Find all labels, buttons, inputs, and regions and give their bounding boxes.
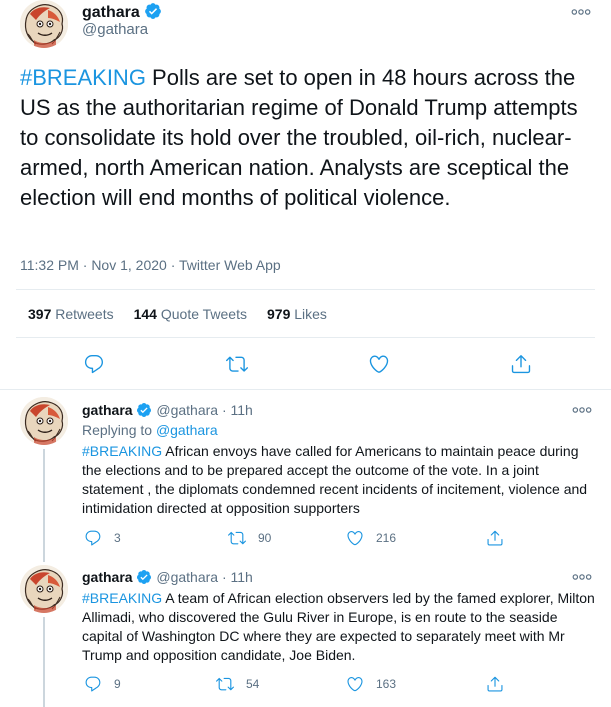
divider	[16, 289, 595, 290]
likes-count: 979	[267, 306, 291, 322]
reply-display-name[interactable]: gathara	[82, 569, 133, 585]
retweet-icon	[228, 529, 246, 547]
author-avatar[interactable]	[20, 0, 68, 48]
avatar-illustration	[20, 0, 68, 48]
reply-header: gathara @gathara · 11h	[82, 402, 253, 418]
share-icon	[486, 529, 504, 547]
reply-tweet[interactable]: gathara @gathara · 11h Replying to @gath…	[0, 397, 611, 562]
retweet-count: 54	[246, 677, 260, 691]
more-icon[interactable]	[571, 7, 591, 17]
reply-handle[interactable]: @gathara	[156, 402, 218, 418]
retweet-button[interactable]: 54	[216, 675, 259, 693]
more-icon[interactable]	[572, 572, 592, 582]
reply-text: #BREAKING A team of African election obs…	[82, 589, 597, 665]
retweet-icon[interactable]	[226, 353, 248, 375]
tweet-actions	[0, 350, 611, 380]
reply-button[interactable]: 9	[84, 675, 121, 693]
hashtag-link[interactable]: #BREAKING	[20, 65, 146, 90]
quote-tweets-label: Quote Tweets	[160, 306, 247, 322]
reply-avatar[interactable]	[20, 397, 68, 445]
quote-tweets-count: 144	[133, 306, 157, 322]
replying-to-link[interactable]: @gathara	[156, 422, 218, 438]
like-icon	[346, 529, 364, 547]
retweets-label: Retweets	[55, 306, 114, 322]
likes-label: Likes	[294, 306, 327, 322]
retweets-count: 397	[28, 306, 52, 322]
like-icon	[346, 675, 364, 693]
reply-count: 3	[114, 531, 121, 545]
like-button[interactable]: 163	[346, 675, 396, 693]
reply-actions: 9 54 163	[0, 675, 611, 697]
reply-actions: 3 90 216	[0, 529, 611, 551]
replying-to: Replying to @gathara	[82, 422, 218, 438]
reply-icon	[84, 675, 102, 693]
retweet-button[interactable]: 90	[228, 529, 271, 547]
avatar-illustration	[20, 397, 68, 445]
verified-badge-icon	[144, 2, 162, 20]
verified-badge-icon	[136, 569, 152, 585]
verified-badge-icon	[136, 402, 152, 418]
divider	[16, 337, 595, 338]
like-button[interactable]: 216	[346, 529, 396, 547]
reply-button[interactable]: 3	[84, 529, 121, 547]
reply-count: 9	[114, 677, 121, 691]
share-button[interactable]	[486, 529, 504, 547]
retweet-count: 90	[258, 531, 272, 545]
share-button[interactable]	[486, 675, 504, 693]
reply-icon[interactable]	[83, 353, 105, 375]
reply-time[interactable]: · 11h	[222, 569, 253, 585]
reply-display-name[interactable]: gathara	[82, 402, 133, 418]
tweet-stats: 397 Retweets 144 Quote Tweets 979 Likes	[28, 306, 327, 322]
tweet-timestamp[interactable]: 11:32 PM · Nov 1, 2020 · Twitter Web App	[20, 257, 281, 273]
reply-text: #BREAKING African envoys have called for…	[82, 442, 597, 518]
retweet-icon	[216, 675, 234, 693]
reply-icon	[84, 529, 102, 547]
likes-stat[interactable]: 979 Likes	[267, 306, 327, 322]
retweets-stat[interactable]: 397 Retweets	[28, 306, 114, 322]
reply-header: gathara @gathara · 11h	[82, 569, 253, 585]
more-icon[interactable]	[572, 405, 592, 415]
divider	[0, 389, 611, 390]
avatar-illustration	[20, 565, 68, 613]
reply-tweet[interactable]: gathara @gathara · 11h #BREAKING A team …	[0, 565, 611, 707]
tweet-text: #BREAKING Polls are set to open in 48 ho…	[20, 63, 595, 213]
author-handle[interactable]: @gathara	[82, 21, 148, 38]
like-count: 163	[376, 677, 397, 691]
share-icon	[486, 675, 504, 693]
hashtag-link[interactable]: #BREAKING	[82, 443, 162, 459]
replying-to-label: Replying to	[82, 422, 156, 438]
reply-avatar[interactable]	[20, 565, 68, 613]
hashtag-link[interactable]: #BREAKING	[82, 590, 162, 606]
reply-handle[interactable]: @gathara	[156, 569, 218, 585]
author-name-row[interactable]: gathara	[82, 2, 162, 22]
share-icon[interactable]	[510, 353, 532, 375]
like-count: 216	[376, 531, 397, 545]
quote-tweets-stat[interactable]: 144 Quote Tweets	[134, 306, 247, 322]
reply-time[interactable]: · 11h	[222, 402, 253, 418]
author-display-name[interactable]: gathara	[82, 4, 140, 21]
like-icon[interactable]	[368, 353, 390, 375]
